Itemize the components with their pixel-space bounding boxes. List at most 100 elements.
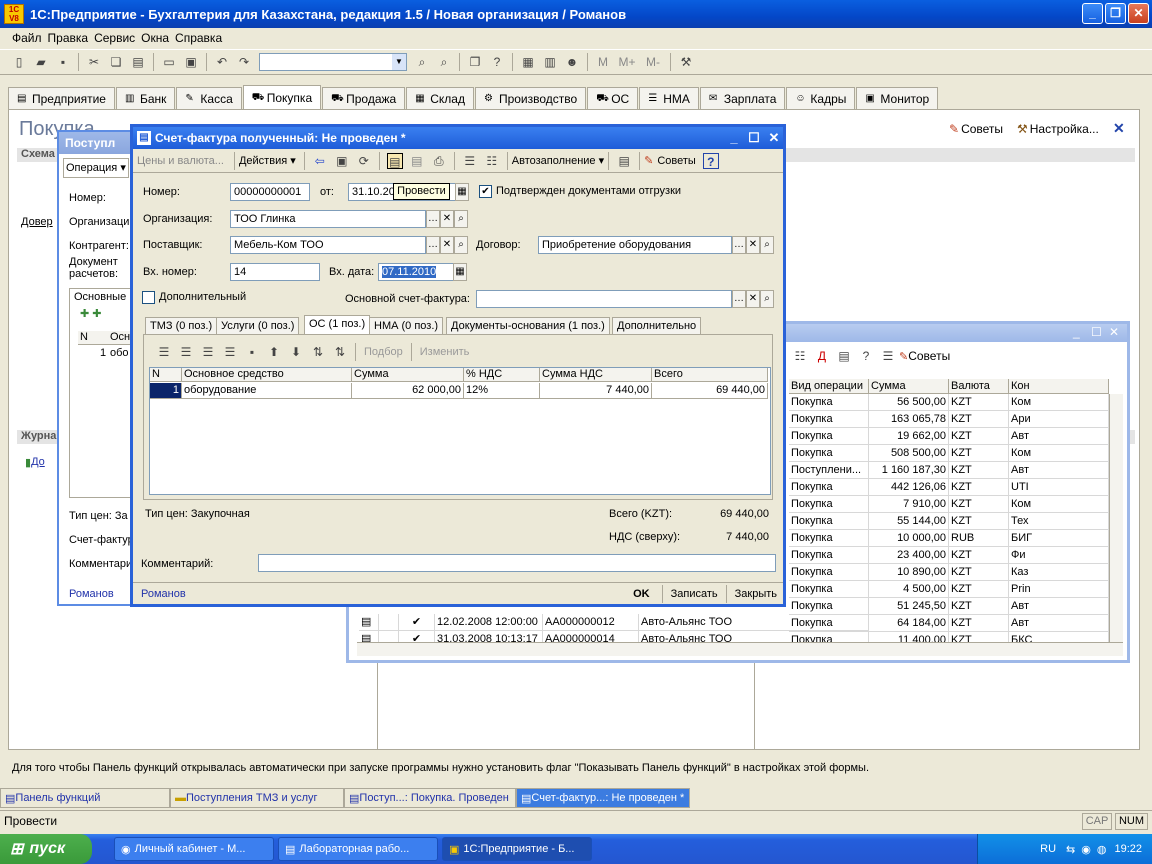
- dopoln-checkbox[interactable]: [142, 291, 155, 304]
- tab-predpriyatie[interactable]: ▤ Предприятие: [8, 87, 115, 109]
- move-down-icon[interactable]: ⬇: [288, 344, 304, 360]
- panel-close-icon[interactable]: ✕: [1113, 120, 1125, 137]
- list-header-summa[interactable]: Сумма: [869, 379, 949, 394]
- lang-indicator[interactable]: RU: [1040, 843, 1056, 855]
- help-icon[interactable]: ?: [858, 348, 874, 364]
- open-icon[interactable]: ▰: [33, 54, 49, 70]
- podbor-button[interactable]: Подбор: [364, 346, 403, 358]
- search-icon[interactable]: ⌕: [454, 210, 468, 228]
- print-icon[interactable]: ⎙: [431, 153, 447, 169]
- list-sovety-button[interactable]: Советы: [908, 349, 950, 363]
- end-edit-icon[interactable]: ▪: [244, 344, 260, 360]
- tab-kassa[interactable]: ✎ Касса: [176, 87, 242, 109]
- tab-monitor[interactable]: ▣ Монитор: [856, 87, 939, 109]
- grid-cell-summa[interactable]: 62 000,00: [352, 383, 464, 399]
- volume-icon[interactable]: ◉: [1081, 843, 1091, 856]
- user-icon[interactable]: ☻: [564, 54, 580, 70]
- print-icon[interactable]: ▭: [161, 54, 177, 70]
- select-dots-icon[interactable]: …: [426, 210, 440, 228]
- org-field[interactable]: ТОО Глинка: [230, 210, 426, 228]
- tab-dopolnitelno[interactable]: Дополнительно: [612, 317, 702, 335]
- tab-documents[interactable]: Документы-основания (1 поз.): [446, 317, 610, 335]
- tab-uslugi[interactable]: Услуги (0 поз.): [216, 317, 300, 335]
- tools-icon[interactable]: ⚒: [678, 54, 694, 70]
- clear-icon[interactable]: ✕: [746, 290, 760, 308]
- panel-nastroika[interactable]: ⚒ Настройка...: [1017, 122, 1099, 136]
- filter-icon[interactable]: ☷: [792, 348, 808, 364]
- tab-bank[interactable]: ▥ Банк: [115, 87, 176, 109]
- help-icon[interactable]: ?: [702, 152, 719, 169]
- dt-kt-icon[interactable]: Д: [814, 348, 830, 364]
- new-icon[interactable]: ▯: [11, 54, 27, 70]
- taskbar-button-browser[interactable]: ◉ Личный кабинет - М...: [114, 837, 274, 861]
- grid-header-nds[interactable]: % НДС: [464, 368, 540, 382]
- ok-button[interactable]: OK: [633, 588, 650, 600]
- report-icon[interactable]: ▤: [616, 153, 632, 169]
- paste-icon[interactable]: ▤: [130, 54, 146, 70]
- clear-icon[interactable]: ✕: [440, 210, 454, 228]
- find-icon[interactable]: ⌕: [414, 54, 430, 70]
- post-field[interactable]: Мебель-Ком ТОО: [230, 236, 426, 254]
- podtv-checkbox[interactable]: ✔: [479, 185, 492, 198]
- list-header-kontr[interactable]: Кон: [1009, 379, 1109, 394]
- memory-plus-icon[interactable]: M+: [617, 54, 637, 70]
- calendar-icon[interactable]: ▥: [542, 54, 558, 70]
- tab-kadry[interactable]: ☺ Кадры: [786, 87, 856, 109]
- izmenit-button[interactable]: Изменить: [420, 346, 470, 358]
- zakryt-button[interactable]: Закрыть: [735, 588, 777, 600]
- chevron-down-icon[interactable]: ▼: [392, 54, 406, 70]
- taskbar-button-word[interactable]: ▤ Лабораторная рабо...: [278, 837, 438, 861]
- minimize-button[interactable]: _: [1082, 3, 1103, 24]
- komment-field[interactable]: [258, 554, 776, 572]
- windows-icon[interactable]: ❐: [467, 54, 483, 70]
- search-combo[interactable]: ▼: [259, 53, 407, 71]
- search-icon[interactable]: ⌕: [454, 236, 468, 254]
- close-button[interactable]: ✕: [1128, 3, 1149, 24]
- network-icon[interactable]: ⇆: [1066, 843, 1075, 856]
- search-icon[interactable]: ⌕: [760, 290, 774, 308]
- list-header-vid[interactable]: Вид операции: [789, 379, 869, 394]
- redo-icon[interactable]: ↷: [236, 54, 252, 70]
- vx-nomer-field[interactable]: 14: [230, 263, 320, 281]
- grid-cell-n[interactable]: 1: [150, 383, 182, 399]
- undo-icon[interactable]: ↶: [214, 54, 230, 70]
- grid-header-summa-nds[interactable]: Сумма НДС: [540, 368, 652, 382]
- grid-header-vsego[interactable]: Всего: [652, 368, 768, 382]
- wtab-panel[interactable]: ▤ Панель функций: [0, 788, 170, 808]
- list-maximize-button[interactable]: ☐: [1091, 325, 1102, 339]
- list-minimize-button[interactable]: _: [1073, 325, 1080, 339]
- clear-icon[interactable]: ✕: [746, 236, 760, 254]
- filter-icon[interactable]: ☷: [484, 153, 500, 169]
- structure-icon[interactable]: ▣: [334, 153, 350, 169]
- list-close-button[interactable]: ✕: [1109, 325, 1119, 339]
- calculator-icon[interactable]: ▦: [520, 54, 536, 70]
- grid-cell-summa-nds[interactable]: 7 440,00: [540, 383, 652, 399]
- osn-sf-field[interactable]: [476, 290, 732, 308]
- wtab-postup-doc[interactable]: ▤ Поступ...: Покупка. Проведен: [344, 788, 516, 808]
- restore-button[interactable]: ❐: [1105, 3, 1126, 24]
- panel-sovety[interactable]: ✎ Советы: [949, 122, 1003, 136]
- cut-icon[interactable]: ✂: [86, 54, 102, 70]
- list-hscrollbar[interactable]: [357, 642, 1123, 656]
- deistviya-button[interactable]: Действия ▾: [239, 154, 296, 167]
- grid-cell-os[interactable]: оборудование: [182, 383, 352, 399]
- tab-nma[interactable]: ☰ НМА: [639, 87, 699, 109]
- table-row[interactable]: ▤ ✔ 12.02.2008 12:00:00 АА000000012 Авто…: [349, 614, 1109, 631]
- save-icon[interactable]: ▪: [55, 54, 71, 70]
- menu-windows[interactable]: Окна: [141, 31, 169, 45]
- vx-data-field[interactable]: 07.11.2010: [378, 263, 454, 281]
- menu-edit[interactable]: Правка: [48, 31, 89, 45]
- tab-osnovnye[interactable]: Основные: [74, 291, 126, 303]
- nomer-field[interactable]: 00000000001: [230, 183, 310, 201]
- copy-icon[interactable]: ❏: [108, 54, 124, 70]
- grid-cell-vsego[interactable]: 69 440,00: [652, 383, 768, 399]
- memory-minus-icon[interactable]: M-: [643, 54, 663, 70]
- add-row-icon[interactable]: ☰: [156, 344, 172, 360]
- menu-help[interactable]: Справка: [175, 31, 222, 45]
- edit-row-icon[interactable]: ☰: [200, 344, 216, 360]
- calendar-icon[interactable]: ▦: [455, 183, 469, 201]
- unpost-icon[interactable]: ▤: [409, 153, 425, 169]
- back-icon[interactable]: ⇦: [312, 153, 328, 169]
- grid-header-n[interactable]: N: [150, 368, 182, 382]
- move-up-icon[interactable]: ⬆: [266, 344, 282, 360]
